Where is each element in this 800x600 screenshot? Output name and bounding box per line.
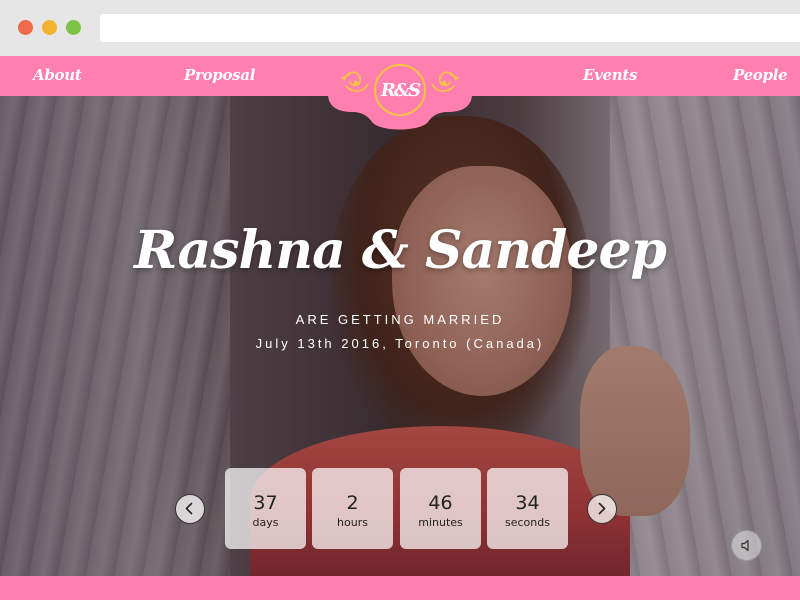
nav-link-events[interactable]: Events (583, 56, 637, 96)
countdown-hours: 2 hours (312, 468, 393, 549)
window-close-dot[interactable] (18, 20, 33, 35)
getting-married-subtitle: ARE GETTING MARRIED (295, 312, 505, 327)
countdown-minutes-value: 46 (428, 492, 453, 514)
address-bar[interactable] (100, 14, 800, 42)
countdown-prev-button[interactable] (175, 494, 205, 524)
chevron-left-icon (185, 502, 193, 515)
sound-toggle-button[interactable] (731, 530, 762, 561)
browser-chrome (0, 0, 800, 56)
countdown-days: 37 days (225, 468, 306, 549)
countdown-hours-value: 2 (346, 492, 359, 514)
nav-link-people[interactable]: People (733, 56, 788, 96)
countdown-seconds-label: seconds (505, 516, 550, 529)
nav-link-about[interactable]: About (33, 56, 82, 96)
logo-badge[interactable]: R&S (328, 56, 472, 132)
nav-link-proposal[interactable]: Proposal (184, 56, 255, 96)
monogram-logo: R&S (374, 64, 426, 116)
countdown-days-value: 37 (253, 492, 278, 514)
chevron-right-icon (598, 502, 606, 515)
window-minimize-dot[interactable] (42, 20, 57, 35)
footer-bar (0, 576, 800, 600)
wedding-date-location: July 13th 2016, Toronto (Canada) (255, 336, 545, 351)
countdown-seconds: 34 seconds (487, 468, 568, 549)
countdown-hours-label: hours (337, 516, 368, 529)
speaker-icon (741, 539, 749, 552)
hero-section: Rashna & Sandeep ARE GETTING MARRIED Jul… (0, 96, 800, 576)
countdown-next-button[interactable] (587, 494, 617, 524)
countdown-minutes-label: minutes (418, 516, 463, 529)
window-maximize-dot[interactable] (66, 20, 81, 35)
countdown-minutes: 46 minutes (400, 468, 481, 549)
countdown-seconds-value: 34 (515, 492, 540, 514)
countdown-days-label: days (252, 516, 279, 529)
couple-names-heading: Rashna & Sandeep (134, 220, 667, 281)
